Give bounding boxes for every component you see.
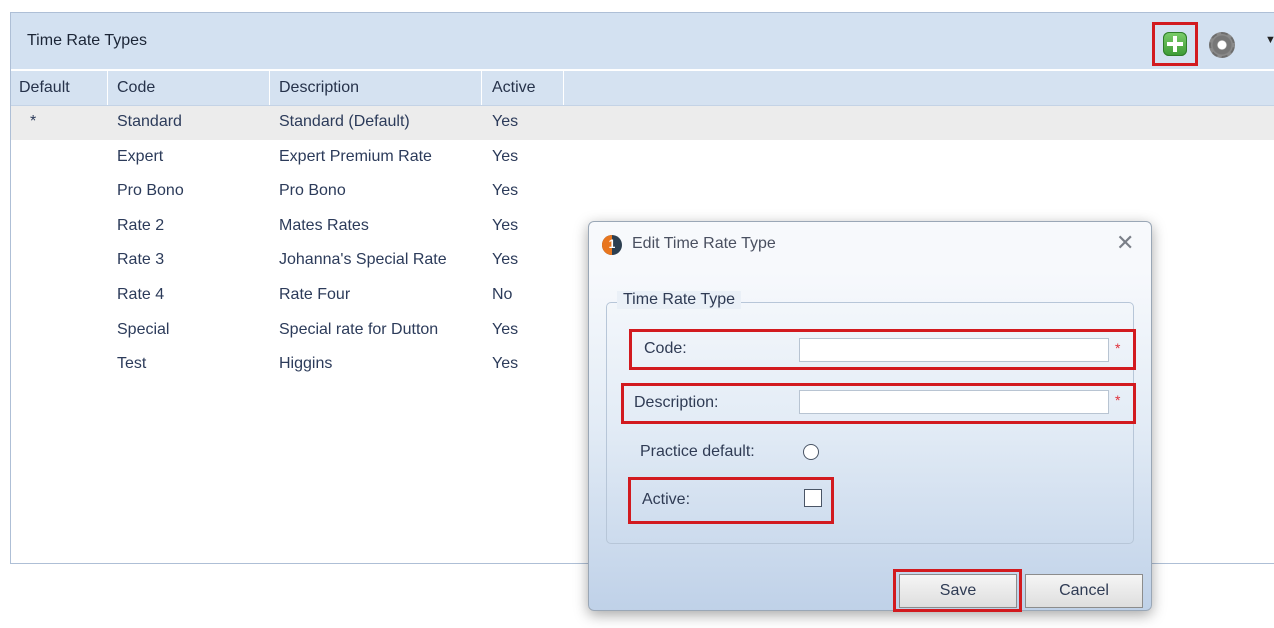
active-label: Active: <box>642 491 691 508</box>
table-row[interactable]: Expert Expert Premium Rate Yes <box>11 141 1274 175</box>
cell-code: Expert <box>117 148 164 165</box>
cell-code: Standard <box>117 113 182 130</box>
cell-active: Yes <box>492 321 519 338</box>
cell-code: Rate 4 <box>117 286 165 303</box>
required-indicator: * <box>1115 340 1121 356</box>
cell-active: No <box>492 286 513 303</box>
cell-code: Rate 2 <box>117 217 165 234</box>
group-title: Time Rate Type <box>617 291 742 309</box>
edit-time-rate-type-dialog: 1 Edit Time Rate Type ✕ Time Rate Type C… <box>588 221 1152 612</box>
cell-active: Yes <box>492 355 519 372</box>
active-checkbox[interactable] <box>804 489 822 507</box>
plus-square-icon <box>1163 32 1187 56</box>
column-header-default[interactable]: Default <box>19 79 70 97</box>
practice-default-label: Practice default: <box>640 443 755 460</box>
cell-description: Mates Rates <box>279 217 369 234</box>
cell-description: Expert Premium Rate <box>279 148 432 165</box>
dropdown-caret-icon[interactable]: ▼ <box>1265 34 1274 46</box>
grid-header: Default Code Description Active <box>11 71 1274 106</box>
add-button[interactable] <box>1152 22 1198 66</box>
save-button[interactable]: Save <box>899 574 1017 608</box>
cell-description: Rate Four <box>279 286 351 303</box>
cancel-button[interactable]: Cancel <box>1025 574 1143 608</box>
cell-active: Yes <box>492 217 519 234</box>
cell-code: Test <box>117 355 147 372</box>
cell-active: Yes <box>492 182 519 199</box>
cell-default: * <box>30 113 37 130</box>
column-separator <box>107 71 108 105</box>
cell-description: Standard (Default) <box>279 113 410 130</box>
cell-description: Special rate for Dutton <box>279 321 439 338</box>
column-separator <box>481 71 482 105</box>
cell-description: Pro Bono <box>279 182 346 199</box>
column-separator <box>563 71 564 105</box>
column-header-description[interactable]: Description <box>279 79 359 97</box>
table-row[interactable]: * Standard Standard (Default) Yes <box>11 106 1274 140</box>
description-input[interactable] <box>799 390 1109 414</box>
cell-code: Special <box>117 321 170 338</box>
table-row[interactable]: Pro Bono Pro Bono Yes <box>11 175 1274 209</box>
dialog-title: Edit Time Rate Type <box>632 235 776 252</box>
close-icon[interactable]: ✕ <box>1116 230 1134 256</box>
column-separator <box>269 71 270 105</box>
description-label: Description: <box>634 394 719 411</box>
cell-active: Yes <box>492 148 519 165</box>
cell-code: Rate 3 <box>117 251 165 268</box>
panel-header: Time Rate Types ▼ <box>11 13 1274 69</box>
app-logo-icon: 1 <box>602 235 622 255</box>
cell-active: Yes <box>492 251 519 268</box>
cell-code: Pro Bono <box>117 182 184 199</box>
practice-default-radio[interactable] <box>803 444 819 460</box>
column-header-code[interactable]: Code <box>117 79 155 97</box>
cell-active: Yes <box>492 113 519 130</box>
required-indicator: * <box>1115 392 1121 408</box>
code-label: Code: <box>644 340 687 357</box>
code-input[interactable] <box>799 338 1109 362</box>
cell-description: Johanna's Special Rate <box>279 251 447 268</box>
cell-description: Higgins <box>279 355 333 372</box>
gear-icon[interactable] <box>1209 32 1235 58</box>
panel-title: Time Rate Types <box>27 32 148 49</box>
column-header-active[interactable]: Active <box>492 79 536 97</box>
